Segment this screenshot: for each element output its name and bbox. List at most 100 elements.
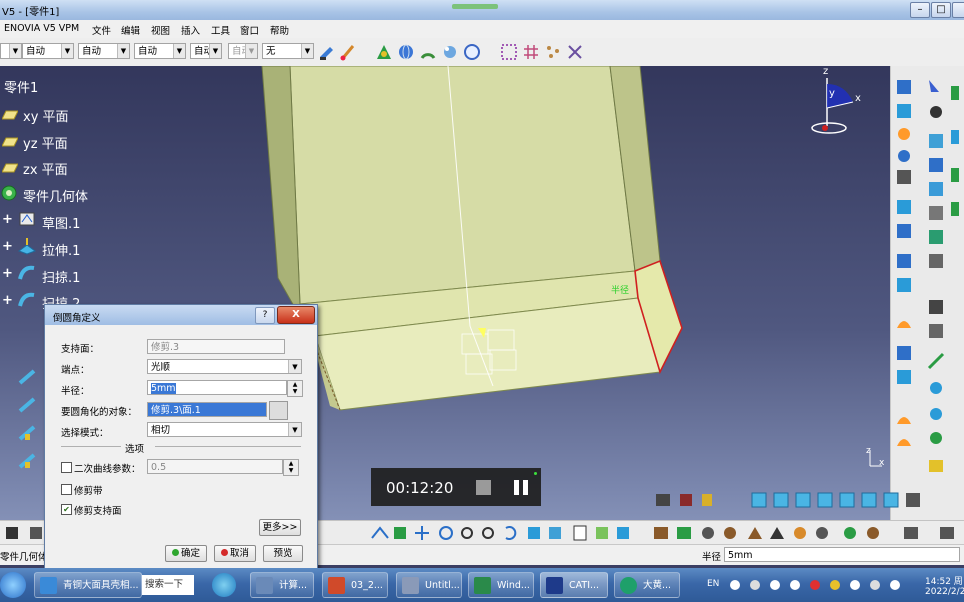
options-label: 选项 — [125, 444, 145, 455]
render-icon[interactable] — [463, 43, 481, 61]
expand-icon[interactable]: + — [2, 212, 13, 227]
record-indicator — [534, 472, 537, 475]
ribbon-label: 修剪带 — [74, 486, 103, 497]
pattern-icon[interactable] — [500, 43, 518, 61]
options-divider — [61, 446, 121, 447]
more-button[interactable]: 更多>> — [259, 519, 301, 536]
objects-list-button[interactable] — [269, 401, 288, 420]
dialog-title: 倒圆角定义 — [53, 313, 101, 324]
recording-time: 00:12:20 — [386, 479, 454, 497]
taskbar-catia[interactable]: CATI... — [540, 572, 608, 598]
taskbar-browser[interactable]: 青铜大面具壳相... — [34, 572, 142, 598]
maximize-button[interactable]: □ — [931, 2, 951, 18]
language-indicator[interactable]: EN — [707, 579, 719, 589]
transparency-combo[interactable]: 自动 ▼ — [22, 43, 74, 59]
support-field[interactable]: 修剪.3 — [147, 339, 285, 354]
stop-icon[interactable] — [476, 480, 491, 495]
ends-select[interactable]: 光顺 ▼ — [147, 359, 302, 374]
pause-icon-bar[interactable] — [523, 480, 528, 495]
tree-item-sketch[interactable]: 草图.1 — [42, 213, 80, 232]
ok-button[interactable]: 确定 — [165, 545, 207, 562]
lineweight-combo[interactable]: 自动 ▼ — [134, 43, 186, 59]
tree-root[interactable]: 零件1 — [4, 77, 38, 96]
conic-spinner[interactable]: ▲ ▼ — [283, 459, 299, 476]
analysis-icon[interactable] — [375, 43, 393, 61]
tray-icons[interactable] — [728, 578, 918, 592]
surface-icon — [18, 369, 36, 385]
paint-icon[interactable] — [318, 43, 336, 61]
menu-file[interactable]: 文件 — [92, 23, 111, 37]
menu-insert[interactable]: 插入 — [181, 23, 200, 37]
mode-label: 选择模式： — [61, 428, 109, 439]
taskbar-ppt[interactable]: 03_2... — [322, 572, 388, 598]
trim-checkbox[interactable]: ✔ — [61, 504, 72, 515]
color-combo[interactable]: ▼ — [0, 43, 22, 59]
menu-edit[interactable]: 编辑 — [121, 23, 140, 37]
view-toolbar-icons[interactable] — [652, 490, 964, 510]
radius-input[interactable]: 5mm — [147, 380, 287, 395]
sketch-icon — [19, 212, 35, 226]
ie-icon[interactable] — [212, 573, 236, 597]
body-icon — [1, 185, 17, 201]
ribbon-checkbox[interactable] — [61, 484, 72, 495]
sweep-icon — [18, 265, 35, 280]
status-radius-label: 半径 — [702, 552, 722, 563]
point-combo[interactable]: 自动 ▼ — [190, 43, 222, 59]
menu-help[interactable]: 帮助 — [270, 23, 289, 37]
mode-select[interactable]: 相切 ▼ — [147, 422, 302, 437]
sphere-icon[interactable] — [441, 43, 459, 61]
join-icon — [18, 425, 36, 441]
scatter-icon[interactable] — [544, 43, 562, 61]
dialog-close-button[interactable]: X — [277, 306, 315, 324]
minimize-button[interactable]: – — [910, 2, 930, 18]
linetype-combo[interactable]: 自动 ▼ — [78, 43, 130, 59]
menu-window[interactable]: 窗口 — [240, 23, 259, 37]
preview-button[interactable]: 预览 — [263, 545, 303, 562]
help-button[interactable]: ? — [255, 307, 275, 324]
radius-annotation: 半径 — [611, 286, 630, 296]
start-button[interactable] — [0, 572, 26, 598]
support-label: 支持面： — [61, 344, 100, 355]
tree-item-sweep-1[interactable]: 扫掠.1 — [42, 267, 80, 286]
arc-icon[interactable] — [419, 43, 437, 61]
menu-view[interactable]: 视图 — [151, 23, 170, 37]
tree-item-body[interactable]: 零件几何体 — [23, 186, 88, 205]
compass-icon[interactable] — [805, 70, 865, 140]
taskbar-untitled[interactable]: Untitl... — [396, 572, 462, 598]
close-window-button[interactable] — [952, 2, 964, 18]
taskbar-app[interactable]: 大黄... — [614, 572, 680, 598]
menu-tools[interactable]: 工具 — [211, 23, 230, 37]
clock-time: 14:52 周 — [925, 577, 963, 587]
expand-icon[interactable]: + — [2, 266, 13, 281]
tree-item-yz-plane[interactable]: yz 平面 — [23, 133, 68, 152]
conic-field[interactable]: 0.5 — [147, 459, 283, 474]
menu-enovia[interactable]: ENOVIA V5 VPM — [4, 23, 79, 34]
expand-icon[interactable]: + — [2, 293, 13, 308]
power-input[interactable]: 5mm — [724, 547, 960, 562]
pause-icon[interactable] — [514, 480, 519, 495]
taskbar-search-input[interactable]: 搜索一下 — [142, 575, 194, 595]
cross-icon[interactable] — [566, 43, 584, 61]
taskbar-windows[interactable]: Wind... — [468, 572, 534, 598]
conic-checkbox[interactable] — [61, 462, 72, 473]
palette-icons[interactable] — [895, 78, 961, 478]
radius-spinner[interactable]: ▲ ▼ — [287, 380, 303, 397]
axis-x-label: x — [879, 458, 885, 468]
taskbar-calculator[interactable]: 计算... — [250, 572, 314, 598]
expand-icon[interactable]: + — [2, 239, 13, 254]
layer-select-combo[interactable]: 无 ▼ — [262, 43, 314, 59]
tree-item-zx-plane[interactable]: zx 平面 — [23, 159, 68, 178]
layer-combo[interactable]: 自动 ▼ — [228, 43, 258, 59]
conic-label: 二次曲线参数： — [74, 464, 141, 475]
cancel-button[interactable]: 取消 — [214, 545, 256, 562]
objects-field[interactable]: 修剪.3\面.1 — [147, 402, 267, 417]
brush-icon[interactable] — [339, 43, 357, 61]
axis-z-label: z — [866, 446, 871, 456]
grid-icon[interactable] — [522, 43, 540, 61]
tree-item-xy-plane[interactable]: xy 平面 — [23, 106, 69, 125]
globe-icon[interactable] — [397, 43, 415, 61]
title-bar: V5 - [零件1] – □ — [0, 0, 964, 20]
tree-item-extrude[interactable]: 拉伸.1 — [42, 240, 80, 259]
dialog-title-bar[interactable]: 倒圆角定义 ? X — [45, 305, 317, 325]
radius-label: 半径： — [61, 386, 90, 397]
